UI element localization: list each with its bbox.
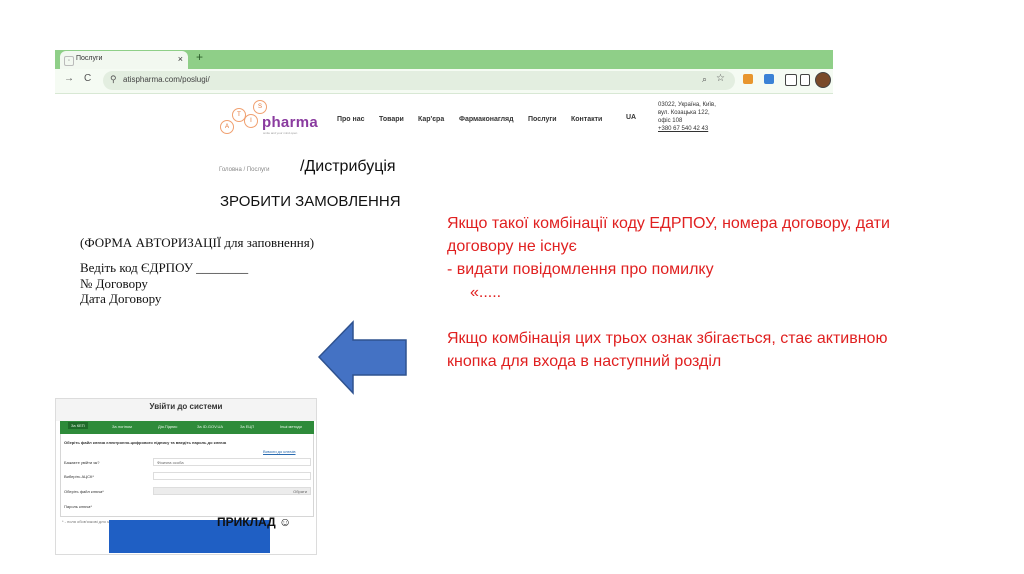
tab-kep[interactable]: За КЕП — [68, 422, 88, 429]
key-file-label: Оберіть файл ключа* — [64, 489, 104, 494]
phone-link[interactable]: +380 67 540 42 43 — [658, 125, 716, 133]
close-tab-icon[interactable]: × — [178, 54, 183, 64]
login-title: Увійти до системи — [56, 399, 316, 421]
left-arrow-icon — [318, 320, 407, 395]
form-caption: (ФОРМА АВТОРИЗАЦІЇ для заповнення) — [80, 235, 315, 250]
tab-login[interactable]: За логіном — [112, 424, 132, 429]
page-title: /Дистрибуція — [300, 158, 396, 175]
nav-item-services[interactable]: Послуги — [528, 116, 557, 123]
note-line: Якщо такої комбінації коду ЕДРПОУ, номер… — [447, 215, 890, 232]
acsk-label: Виберіть АЦСК* — [64, 474, 94, 479]
nav-item-pharmacovigilance[interactable]: Фармаконагляд — [459, 116, 514, 123]
logo-wordmark[interactable]: pharma — [262, 114, 318, 131]
address-line: офіс 108 — [658, 118, 683, 124]
note-line: кнопка для входа в наступний розділ — [447, 353, 722, 370]
contact-block: 03022, Україна, Київ, вул. Козацька 122,… — [658, 101, 716, 133]
key-password-label: Пароль ключа* — [64, 504, 92, 509]
key-file-input[interactable]: Обрати — [153, 487, 311, 495]
page-favicon-icon: ▫ — [64, 56, 74, 66]
new-tab-button[interactable]: + — [196, 50, 203, 64]
order-heading: ЗРОБИТИ ЗАМОВЛЕННЯ — [220, 193, 401, 210]
contract-number-label: № Договору — [80, 276, 148, 291]
extension-orange-icon[interactable] — [743, 74, 753, 84]
profile-avatar[interactable] — [815, 72, 831, 88]
nav-item-products[interactable]: Товари — [379, 116, 404, 123]
contract-date-label: Дата Договору — [80, 291, 162, 306]
example-label: ПРИКЛАД ☺ — [217, 515, 292, 529]
tab-diia[interactable]: Дія.Підпис — [158, 424, 177, 429]
site-info-icon[interactable]: ⚲ — [110, 74, 117, 85]
address-bar[interactable]: ⚲ atispharma.com/poslugi/ ⌕ ☆ — [103, 71, 735, 90]
extension-blue-icon[interactable] — [764, 74, 774, 84]
tab-title: Послуги — [76, 55, 103, 62]
acsk-select[interactable] — [153, 472, 311, 480]
logo-letter-circle: A — [220, 120, 234, 134]
side-panel-icon[interactable] — [800, 74, 810, 86]
nav-item-contacts[interactable]: Контакти — [571, 116, 602, 123]
tab-other[interactable]: Інші методи — [280, 424, 302, 429]
login-instruction: Оберіть файл ключа електронно-цифрового … — [64, 440, 227, 445]
reload-icon[interactable]: C — [84, 73, 91, 84]
note-line: договору не існує — [447, 238, 577, 255]
browser-tab[interactable]: ▫ Послуги × — [60, 51, 188, 69]
role-label: Бажаєте увійти як? — [64, 460, 100, 465]
forward-icon[interactable]: → — [64, 73, 74, 84]
extensions-puzzle-icon[interactable] — [785, 74, 797, 86]
nav-item-careers[interactable]: Кар'єра — [418, 116, 444, 123]
key-requirements-link[interactable]: Вимоги до ключів — [263, 449, 296, 454]
role-select[interactable]: Фізична особа — [153, 458, 311, 466]
tab-ecp[interactable]: За ЕЦП — [240, 424, 254, 429]
url-text: atispharma.com/poslugi/ — [123, 75, 210, 84]
nav-item-about[interactable]: Про нас — [337, 116, 365, 123]
bookmark-star-icon[interactable]: ☆ — [716, 73, 725, 84]
address-line: вул. Козацька 122, — [658, 110, 710, 116]
note-line: «..... — [470, 284, 502, 301]
tab-id-gov[interactable]: За ID.GOV.UA — [197, 424, 223, 429]
address-line: 03022, Україна, Київ, — [658, 102, 716, 108]
edrpou-field-label: Ведіть код ЄДРПОУ ________ — [80, 260, 249, 275]
note-line: Якщо комбінація цих трьох ознак збігаєть… — [447, 330, 888, 347]
login-form: Оберіть файл ключа електронно-цифрового … — [60, 434, 314, 517]
logo-tagline: smile and your mind open — [263, 131, 298, 135]
note-line: - видати повідомлення про помилку — [447, 261, 714, 278]
zoom-icon[interactable]: ⌕ — [702, 74, 707, 85]
breadcrumb[interactable]: Головна / Послуги — [219, 167, 270, 173]
login-method-tabs: За КЕП За логіном Дія.Підпис За ID.GOV.U… — [60, 421, 314, 434]
logo-letter-circle: S — [253, 100, 267, 114]
logo-letter-circle: I — [244, 114, 258, 128]
language-switch[interactable]: UA — [626, 114, 636, 121]
